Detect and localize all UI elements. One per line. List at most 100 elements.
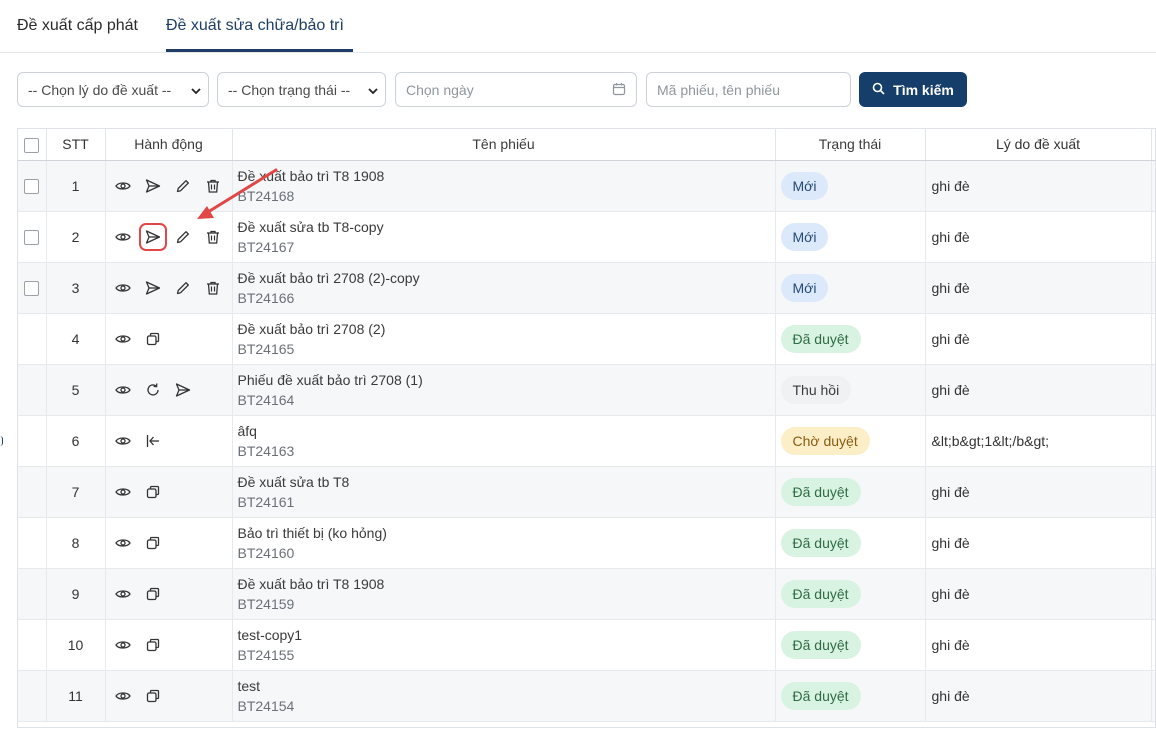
view-eye-icon[interactable] [114,535,131,551]
send-icon[interactable] [138,222,167,251]
status-badge: Thu hồi [780,375,852,404]
row-select-cell [18,364,47,416]
trash-icon[interactable] [205,178,221,194]
row-select-cell [18,619,47,671]
row-stt: 5 [46,364,106,416]
view-eye-icon[interactable] [114,688,131,704]
copy-icon[interactable] [145,637,161,653]
table-row: 6 âfq BT24163 Chờ duyệt &lt;b&gt;1&lt;/b&gt; [18,415,1155,467]
row-code: BT24166 [237,289,295,306]
status-badge: Đã duyệt [780,579,861,608]
edit-pencil-icon[interactable] [175,229,191,245]
view-eye-icon[interactable] [114,331,131,347]
row-code: BT24168 [237,187,295,204]
row-name-cell: Đề xuất bảo trì T8 1908 BT24168 [232,160,776,212]
row-name-cell: test-copy1 BT24155 [232,619,776,671]
table-row: 10 test-copy1 BT24155 Đã duyệt ghi đè [18,619,1155,671]
tab-bar: Đề xuất cấp phát Đề xuất sửa chữa/bảo tr… [0,0,1156,53]
row-name-cell: Đề xuất bảo trì 2708 (2)-copy BT24166 [232,262,776,314]
view-eye-icon[interactable] [114,178,131,194]
row-title: test [237,677,261,694]
row-select-cell [18,466,47,518]
view-eye-icon[interactable] [114,229,131,245]
reason-select[interactable]: -- Chọn lý do đề xuất -- [17,72,209,107]
row-select-cell [18,262,47,314]
copy-icon[interactable] [145,586,161,602]
trash-icon[interactable] [205,229,221,245]
table-row: 1 Đề xuất bảo trì T8 1908 BT24168 Mới ghi đè [18,160,1155,212]
edit-pencil-icon[interactable] [175,280,191,296]
row-reason: &lt;b&gt;1&lt;/b&gt; [925,415,1152,467]
row-stt: 9 [46,568,106,620]
view-eye-icon[interactable] [114,433,131,449]
status-badge: Đã duyệt [780,477,861,506]
header-extra [1151,129,1155,161]
header-reason: Lý do đề xuất [925,129,1152,161]
copy-icon[interactable] [145,688,161,704]
status-select[interactable]: -- Chọn trạng thái -- [217,72,386,107]
row-stt: 1 [46,160,106,212]
row-select-cell [18,517,47,569]
row-extra [1151,670,1155,722]
send-icon[interactable] [175,382,191,398]
row-reason: ghi đè [925,262,1152,314]
row-extra [1151,466,1155,518]
trash-icon[interactable] [205,280,221,296]
send-icon[interactable] [145,280,161,296]
row-reason: ghi đè [925,364,1152,416]
proposal-table: STT Hành động Tên phiếu Trạng thái Lý do… [17,128,1156,728]
tab-repair-maintenance-proposal[interactable]: Đề xuất sửa chữa/bảo trì [166,17,344,35]
view-eye-icon[interactable] [114,484,131,500]
search-button[interactable]: Tìm kiếm [859,72,967,107]
row-checkbox[interactable] [24,280,40,296]
refresh-icon[interactable] [145,382,161,398]
row-stt: 3 [46,262,106,314]
view-eye-icon[interactable] [114,382,131,398]
row-reason: ghi đè [925,466,1152,518]
row-code: BT24164 [237,391,295,408]
row-stt: 10 [46,619,106,671]
header-stt: STT [46,129,106,161]
row-title: Đề xuất bảo trì 2708 (2)-copy [237,269,420,286]
row-checkbox[interactable] [24,178,40,194]
row-name-cell: âfq BT24163 [232,415,776,467]
row-name-cell: Bảo trì thiết bị (ko hỏng) BT24160 [232,517,776,569]
date-placeholder: Chọn ngày [406,81,474,98]
row-stt: 11 [46,670,106,722]
view-eye-icon[interactable] [114,637,131,653]
row-select-cell [18,160,47,212]
row-title: Đề xuất sửa tb T8-copy [237,218,384,235]
select-all-checkbox[interactable] [24,137,40,153]
table-row: 9 Đề xuất bảo trì T8 1908 BT24159 Đã duyệt g… [18,568,1155,620]
row-checkbox[interactable] [24,229,40,245]
row-stt: 6 [46,415,106,467]
row-name-cell: Đề xuất bảo trì 2708 (2) BT24165 [232,313,776,365]
send-icon[interactable] [145,178,161,194]
row-reason: ghi đè [925,313,1152,365]
status-select-value: -- Chọn trạng thái -- [228,81,351,98]
row-extra [1151,313,1155,365]
copy-icon[interactable] [145,331,161,347]
row-status-cell: Mới [775,262,926,314]
header-name: Tên phiếu [232,129,776,161]
tab-allocation-proposal[interactable]: Đề xuất cấp phát [17,17,138,35]
row-actions [105,160,233,212]
row-code: BT24167 [237,238,295,255]
date-picker-input[interactable]: Chọn ngày [395,72,637,107]
view-eye-icon[interactable] [114,280,131,296]
status-badge: Đã duyệt [780,630,861,659]
status-badge: Đã duyệt [780,528,861,557]
copy-icon[interactable] [145,535,161,551]
row-extra [1151,568,1155,620]
row-stt: 2 [46,211,106,263]
row-status-cell: Đã duyệt [775,466,926,518]
edit-pencil-icon[interactable] [175,178,191,194]
table-row: 7 Đề xuất sửa tb T8 BT24161 Đã duyệt ghi đè [18,466,1155,518]
copy-icon[interactable] [145,484,161,500]
row-status-cell: Thu hồi [775,364,926,416]
view-eye-icon[interactable] [114,586,131,602]
row-select-cell [18,415,47,467]
recall-arrow-icon[interactable] [145,433,161,449]
keyword-search-input[interactable]: Mã phiếu, tên phiếu [646,72,851,107]
row-select-cell [18,313,47,365]
